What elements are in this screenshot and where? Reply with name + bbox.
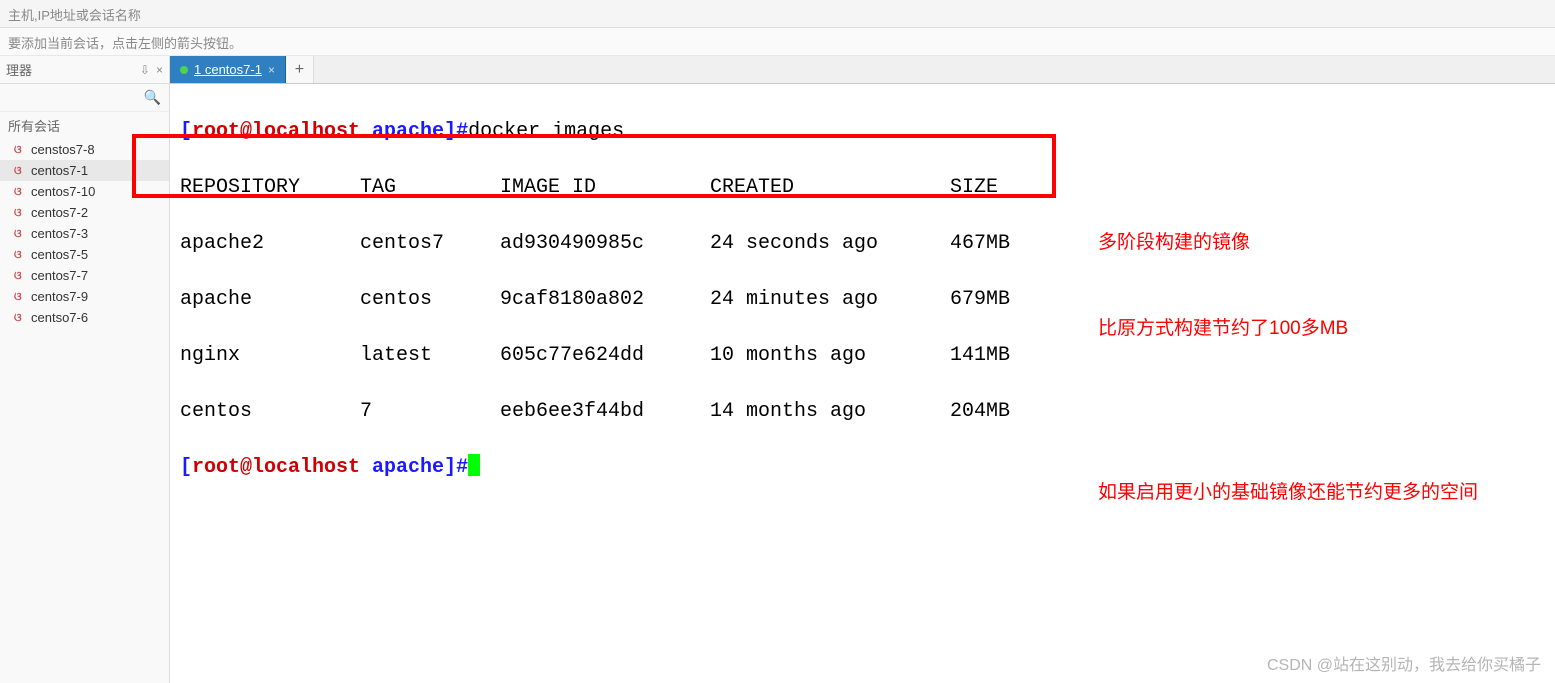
- tab-bar: 1 centos7-1 × +: [170, 56, 1555, 84]
- annotation-line: 比原方式构建节约了100多MB: [1098, 315, 1518, 344]
- session-label: censtos7-8: [31, 142, 95, 157]
- session-item[interactable]: ଓ centos7-5: [0, 244, 169, 265]
- address-placeholder: 主机,IP地址或会话名称: [8, 8, 141, 23]
- prompt-bracket: [: [180, 454, 192, 482]
- sessions-root-label[interactable]: 所有会话: [0, 112, 169, 139]
- session-icon: ଓ: [14, 270, 26, 282]
- annotation-line: 如果启用更小的基础镜像还能节约更多的空间: [1098, 479, 1518, 508]
- hint-text: 要添加当前会话，点击左侧的箭头按钮。: [8, 36, 242, 51]
- prompt-bracket: ]#: [444, 454, 468, 482]
- col-created: CREATED: [710, 174, 950, 202]
- session-icon: ଓ: [14, 249, 26, 261]
- prompt-bracket: [: [180, 118, 192, 146]
- prompt-path: apache: [360, 454, 444, 482]
- col-tag: TAG: [360, 174, 500, 202]
- prompt-user: root@localhost: [192, 118, 360, 146]
- session-icon: ଓ: [14, 207, 26, 219]
- session-item[interactable]: ଓ centos7-9: [0, 286, 169, 307]
- session-icon: ଓ: [14, 144, 26, 156]
- session-label: centos7-10: [31, 184, 95, 199]
- session-label: centos7-1: [31, 163, 88, 178]
- session-label: centos7-3: [31, 226, 88, 241]
- prompt-user: root@localhost: [192, 454, 360, 482]
- tab-label: 1 centos7-1: [194, 62, 262, 77]
- command-text: docker images: [468, 118, 624, 146]
- tab-session[interactable]: 1 centos7-1 ×: [170, 56, 286, 83]
- session-label: centos7-9: [31, 289, 88, 304]
- tab-close-icon[interactable]: ×: [268, 63, 275, 77]
- session-icon: ଓ: [14, 165, 26, 177]
- session-icon: ଓ: [14, 186, 26, 198]
- annotation-line: 多阶段构建的镜像: [1098, 229, 1518, 258]
- session-icon: ଓ: [14, 228, 26, 240]
- session-item[interactable]: ଓ centso7-6: [0, 307, 169, 328]
- session-icon: ଓ: [14, 312, 26, 324]
- session-item[interactable]: ଓ centos7-7: [0, 265, 169, 286]
- session-item[interactable]: ଓ centos7-10: [0, 181, 169, 202]
- sidebar-title: 理器: [6, 60, 32, 79]
- session-label: centos7-7: [31, 268, 88, 283]
- search-icon[interactable]: 🔍: [144, 89, 161, 106]
- session-label: centso7-6: [31, 310, 88, 325]
- watermark: CSDN @站在这别动，我去给你买橘子: [1267, 651, 1541, 675]
- session-manager-sidebar: 理器 ⇩ × 🔍 所有会话 ଓ censtos7-8 ଓ centos7-1 ଓ ce…: [0, 56, 170, 683]
- session-item[interactable]: ଓ censtos7-8: [0, 139, 169, 160]
- session-item[interactable]: ଓ centos7-1: [0, 160, 169, 181]
- session-item[interactable]: ଓ centos7-3: [0, 223, 169, 244]
- prompt-bracket: ]#: [444, 118, 468, 146]
- prompt-path: apache: [360, 118, 444, 146]
- col-size: SIZE: [950, 174, 1050, 202]
- session-item[interactable]: ଓ centos7-2: [0, 202, 169, 223]
- address-bar[interactable]: 主机,IP地址或会话名称: [0, 0, 1555, 28]
- annotation-text: 多阶段构建的镜像 比原方式构建节约了100多MB 如果启用更小的基础镜像还能节约…: [1098, 172, 1518, 565]
- session-list: ଓ censtos7-8 ଓ centos7-1 ଓ centos7-10 ଓ cent…: [0, 139, 169, 328]
- close-icon[interactable]: ×: [156, 63, 163, 77]
- hint-bar: 要添加当前会话，点击左侧的箭头按钮。: [0, 28, 1555, 56]
- content-area: 1 centos7-1 × + [root@localhost apache]#…: [170, 56, 1555, 683]
- session-icon: ଓ: [14, 291, 26, 303]
- cursor-icon: [468, 454, 480, 476]
- session-label: centos7-5: [31, 247, 88, 262]
- col-repo: REPOSITORY: [180, 174, 360, 202]
- pin-icon[interactable]: ⇩: [140, 63, 150, 77]
- session-label: centos7-2: [31, 205, 88, 220]
- col-imgid: IMAGE ID: [500, 174, 710, 202]
- terminal[interactable]: [root@localhost apache]#docker images RE…: [170, 84, 1555, 683]
- status-dot-icon: [180, 66, 188, 74]
- tab-add-button[interactable]: +: [286, 56, 314, 83]
- sidebar-search[interactable]: 🔍: [0, 84, 169, 112]
- sidebar-header: 理器 ⇩ ×: [0, 56, 169, 84]
